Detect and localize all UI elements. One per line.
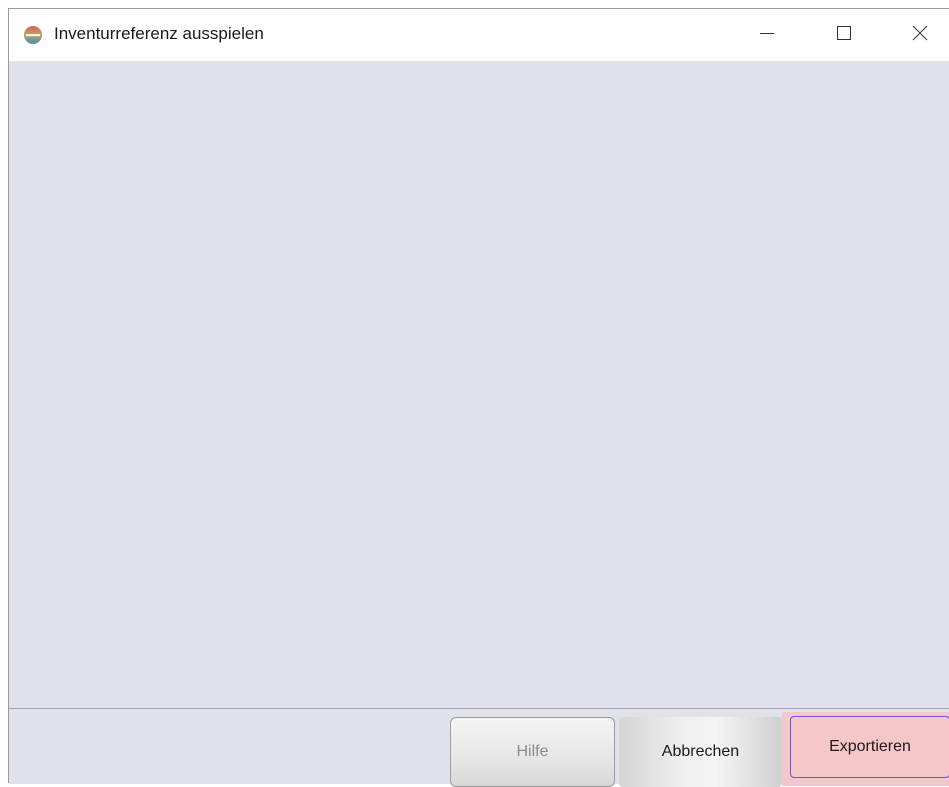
cancel-button[interactable]: Abbrechen (619, 717, 782, 787)
maximize-icon (836, 25, 852, 46)
minimize-icon (759, 25, 775, 46)
help-button[interactable]: Hilfe (450, 717, 615, 787)
close-button[interactable] (897, 9, 943, 61)
close-icon (912, 25, 928, 46)
app-globe-icon (23, 25, 43, 45)
window-title: Inventurreferenz ausspielen (54, 24, 264, 43)
minimize-button[interactable] (744, 9, 790, 61)
title-bar[interactable]: Inventurreferenz ausspielen (9, 9, 949, 61)
dialog-window: Inventurreferenz ausspielen Hilfe Abbrec… (8, 8, 949, 787)
dialog-content-area (9, 61, 949, 708)
maximize-button[interactable] (821, 9, 867, 61)
export-button[interactable]: Exportieren (790, 716, 949, 778)
